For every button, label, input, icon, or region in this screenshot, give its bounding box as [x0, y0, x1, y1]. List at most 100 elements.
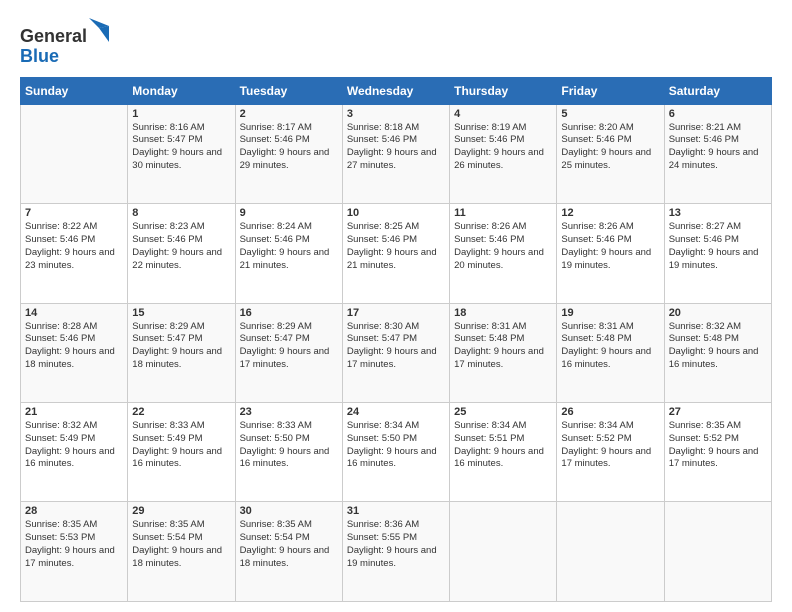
day-info: Sunrise: 8:34 AM Sunset: 5:51 PM Dayligh… [454, 420, 552, 471]
day-info: Sunrise: 8:35 AM Sunset: 5:54 PM Dayligh… [240, 519, 338, 570]
day-number: 4 [454, 108, 552, 120]
calendar-week-4: 21Sunrise: 8:32 AM Sunset: 5:49 PM Dayli… [21, 403, 772, 502]
weekday-header-friday: Friday [557, 77, 664, 104]
calendar-cell: 1Sunrise: 8:16 AM Sunset: 5:47 PM Daylig… [128, 104, 235, 203]
day-number: 20 [669, 307, 767, 319]
weekday-header-row: SundayMondayTuesdayWednesdayThursdayFrid… [21, 77, 772, 104]
weekday-header-tuesday: Tuesday [235, 77, 342, 104]
day-info: Sunrise: 8:19 AM Sunset: 5:46 PM Dayligh… [454, 122, 552, 173]
calendar-cell: 11 Sunrise: 8:26 AM Sunset: 5:46 PM Dayli… [450, 204, 557, 303]
day-info: Sunrise: 8:17 AM Sunset: 5:46 PM Dayligh… [240, 122, 338, 173]
calendar-cell: 4 Sunrise: 8:19 AM Sunset: 5:46 PM Daylig… [450, 104, 557, 203]
day-number: 13 [669, 207, 767, 219]
day-number: 2 [240, 108, 338, 120]
calendar-cell: 10Sunrise: 8:25 AM Sunset: 5:46 PM Dayli… [342, 204, 449, 303]
day-info: Sunrise: 8:35 AM Sunset: 5:52 PM Dayligh… [669, 420, 767, 471]
calendar-cell: 20 Sunrise: 8:32 AM Sunset: 5:48 PM Dayli… [664, 303, 771, 402]
calendar-cell: 19 Sunrise: 8:31 AM Sunset: 5:48 PM Dayli… [557, 303, 664, 402]
day-info: Sunrise: 8:31 AM Sunset: 5:48 PM Dayligh… [561, 321, 659, 372]
calendar-cell: 16 Sunrise: 8:29 AM Sunset: 5:47 PM Dayli… [235, 303, 342, 402]
day-number: 18 [454, 307, 552, 319]
calendar-week-2: 7 Sunrise: 8:22 AM Sunset: 5:46 PM Daylig… [21, 204, 772, 303]
day-number: 11 [454, 207, 552, 219]
calendar-week-3: 14 Sunrise: 8:28 AM Sunset: 5:46 PM Dayli… [21, 303, 772, 402]
calendar-cell: 31 Sunrise: 8:36 AM Sunset: 5:55 PM Dayli… [342, 502, 449, 602]
calendar-cell [450, 502, 557, 602]
weekday-header-sunday: Sunday [21, 77, 128, 104]
calendar-cell: 7 Sunrise: 8:22 AM Sunset: 5:46 PM Daylig… [21, 204, 128, 303]
day-number: 27 [669, 406, 767, 418]
day-number: 3 [347, 108, 445, 120]
day-number: 22 [132, 406, 230, 418]
day-number: 21 [25, 406, 123, 418]
day-number: 30 [240, 505, 338, 517]
header: General Blue [20, 18, 772, 67]
day-number: 14 [25, 307, 123, 319]
calendar-cell: 9 Sunrise: 8:24 AM Sunset: 5:46 PM Daylig… [235, 204, 342, 303]
calendar-cell: 24 Sunrise: 8:34 AM Sunset: 5:50 PM Dayli… [342, 403, 449, 502]
calendar-cell: 2 Sunrise: 8:17 AM Sunset: 5:46 PM Daylig… [235, 104, 342, 203]
calendar-week-1: 1Sunrise: 8:16 AM Sunset: 5:47 PM Daylig… [21, 104, 772, 203]
day-number: 23 [240, 406, 338, 418]
calendar-cell: 30 Sunrise: 8:35 AM Sunset: 5:54 PM Dayli… [235, 502, 342, 602]
calendar-cell: 17Sunrise: 8:30 AM Sunset: 5:47 PM Dayli… [342, 303, 449, 402]
calendar-cell: 12 Sunrise: 8:26 AM Sunset: 5:46 PM Dayli… [557, 204, 664, 303]
day-number: 12 [561, 207, 659, 219]
day-info: Sunrise: 8:26 AM Sunset: 5:46 PM Dayligh… [561, 221, 659, 272]
day-info: Sunrise: 8:30 AM Sunset: 5:47 PM Dayligh… [347, 321, 445, 372]
calendar-cell [557, 502, 664, 602]
day-info: Sunrise: 8:29 AM Sunset: 5:47 PM Dayligh… [132, 321, 230, 372]
day-info: Sunrise: 8:36 AM Sunset: 5:55 PM Dayligh… [347, 519, 445, 570]
calendar-cell: 25Sunrise: 8:34 AM Sunset: 5:51 PM Dayli… [450, 403, 557, 502]
day-info: Sunrise: 8:35 AM Sunset: 5:54 PM Dayligh… [132, 519, 230, 570]
day-number: 5 [561, 108, 659, 120]
day-number: 9 [240, 207, 338, 219]
calendar-cell: 28 Sunrise: 8:35 AM Sunset: 5:53 PM Dayli… [21, 502, 128, 602]
day-number: 1 [132, 108, 230, 120]
weekday-header-saturday: Saturday [664, 77, 771, 104]
day-info: Sunrise: 8:18 AM Sunset: 5:46 PM Dayligh… [347, 122, 445, 173]
calendar-cell: 29Sunrise: 8:35 AM Sunset: 5:54 PM Dayli… [128, 502, 235, 602]
day-info: Sunrise: 8:32 AM Sunset: 5:48 PM Dayligh… [669, 321, 767, 372]
day-info: Sunrise: 8:20 AM Sunset: 5:46 PM Dayligh… [561, 122, 659, 173]
day-number: 10 [347, 207, 445, 219]
day-number: 7 [25, 207, 123, 219]
calendar-cell: 27 Sunrise: 8:35 AM Sunset: 5:52 PM Dayli… [664, 403, 771, 502]
day-info: Sunrise: 8:33 AM Sunset: 5:50 PM Dayligh… [240, 420, 338, 471]
day-info: Sunrise: 8:26 AM Sunset: 5:46 PM Dayligh… [454, 221, 552, 272]
calendar-cell: 5 Sunrise: 8:20 AM Sunset: 5:46 PM Daylig… [557, 104, 664, 203]
logo: General Blue [20, 18, 109, 67]
day-number: 24 [347, 406, 445, 418]
day-info: Sunrise: 8:24 AM Sunset: 5:46 PM Dayligh… [240, 221, 338, 272]
day-info: Sunrise: 8:23 AM Sunset: 5:46 PM Dayligh… [132, 221, 230, 272]
logo-bird-icon [89, 18, 109, 42]
day-info: Sunrise: 8:21 AM Sunset: 5:46 PM Dayligh… [669, 122, 767, 173]
page: General Blue SundayMondayTuesdayWednesda… [0, 0, 792, 612]
day-info: Sunrise: 8:28 AM Sunset: 5:46 PM Dayligh… [25, 321, 123, 372]
day-info: Sunrise: 8:31 AM Sunset: 5:48 PM Dayligh… [454, 321, 552, 372]
logo-blue: Blue [20, 47, 109, 67]
day-info: Sunrise: 8:27 AM Sunset: 5:46 PM Dayligh… [669, 221, 767, 272]
calendar-cell: 22Sunrise: 8:33 AM Sunset: 5:49 PM Dayli… [128, 403, 235, 502]
weekday-header-monday: Monday [128, 77, 235, 104]
calendar-table: SundayMondayTuesdayWednesdayThursdayFrid… [20, 77, 772, 602]
calendar-cell: 14 Sunrise: 8:28 AM Sunset: 5:46 PM Dayli… [21, 303, 128, 402]
logo-general: General [20, 26, 87, 46]
calendar-week-5: 28 Sunrise: 8:35 AM Sunset: 5:53 PM Dayli… [21, 502, 772, 602]
day-number: 31 [347, 505, 445, 517]
day-number: 16 [240, 307, 338, 319]
day-number: 15 [132, 307, 230, 319]
day-info: Sunrise: 8:29 AM Sunset: 5:47 PM Dayligh… [240, 321, 338, 372]
weekday-header-thursday: Thursday [450, 77, 557, 104]
day-number: 28 [25, 505, 123, 517]
day-info: Sunrise: 8:22 AM Sunset: 5:46 PM Dayligh… [25, 221, 123, 272]
day-number: 19 [561, 307, 659, 319]
day-number: 26 [561, 406, 659, 418]
calendar-cell: 21Sunrise: 8:32 AM Sunset: 5:49 PM Dayli… [21, 403, 128, 502]
day-number: 6 [669, 108, 767, 120]
day-info: Sunrise: 8:35 AM Sunset: 5:53 PM Dayligh… [25, 519, 123, 570]
calendar-cell [664, 502, 771, 602]
calendar-cell: 23 Sunrise: 8:33 AM Sunset: 5:50 PM Dayli… [235, 403, 342, 502]
calendar-cell [21, 104, 128, 203]
day-info: Sunrise: 8:34 AM Sunset: 5:50 PM Dayligh… [347, 420, 445, 471]
